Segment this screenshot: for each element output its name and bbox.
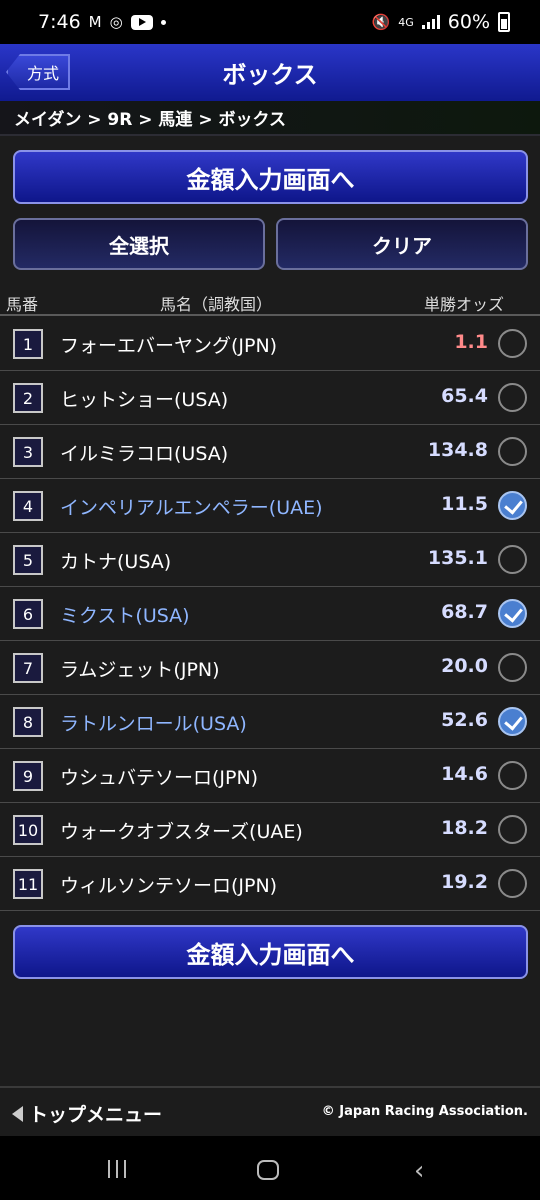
- horse-row[interactable]: 11 ウィルソンテソーロ(JPN) 19.2: [0, 857, 540, 911]
- horse-name: イルミラコロ(USA): [60, 443, 229, 465]
- horse-row[interactable]: 10 ウォークオブスターズ(UAE) 18.2: [0, 803, 540, 857]
- signal-icon: [421, 15, 440, 29]
- footer: トップメニュー © Japan Racing Association.: [0, 1086, 540, 1136]
- to-amount-label: 金額入力画面へ: [186, 940, 355, 969]
- top-menu-link[interactable]: トップメニュー: [12, 1100, 162, 1127]
- mute-icon: 🔇: [371, 13, 391, 31]
- battery-icon: [498, 12, 510, 32]
- clear-label: クリア: [372, 233, 432, 258]
- horse-number: 7: [13, 653, 43, 683]
- win-odds: 1.1: [454, 331, 488, 353]
- horse-name: カトナ(USA): [60, 551, 172, 573]
- recent-apps-icon[interactable]: [108, 1160, 126, 1178]
- select-checkbox[interactable]: [498, 329, 527, 358]
- horse-number: 2: [13, 383, 43, 413]
- horse-number: 3: [13, 437, 43, 467]
- horse-name: ラムジェット(JPN): [60, 659, 220, 681]
- horse-name: ウシュバテソーロ(JPN): [60, 767, 259, 789]
- select-checkbox[interactable]: [498, 545, 527, 574]
- to-amount-label: 金額入力画面へ: [186, 165, 355, 194]
- to-amount-input-button-bottom[interactable]: 金額入力画面へ: [13, 925, 528, 979]
- system-nav-bar: ‹: [0, 1136, 540, 1200]
- col-number: 馬番: [6, 295, 39, 314]
- col-name: 馬名（調教国）: [160, 295, 273, 314]
- horse-name: インペリアルエンペラー(UAE): [60, 497, 323, 519]
- select-checkbox-checked[interactable]: [498, 599, 527, 628]
- win-odds: 65.4: [441, 385, 488, 407]
- win-odds: 134.8: [427, 439, 488, 461]
- win-odds: 20.0: [441, 655, 488, 677]
- win-odds: 18.2: [441, 817, 488, 839]
- back-button[interactable]: 方式: [6, 54, 70, 90]
- horse-number: 8: [13, 707, 43, 737]
- select-checkbox[interactable]: [498, 761, 527, 790]
- column-header: 馬番 馬名（調教国） 単勝オッズ: [0, 286, 540, 316]
- more-notifications-icon: [160, 19, 166, 25]
- select-checkbox[interactable]: [498, 437, 527, 466]
- horse-row[interactable]: 6 ミクスト(USA) 68.7: [0, 587, 540, 641]
- select-all-button[interactable]: 全選択: [13, 218, 265, 270]
- horse-row[interactable]: 4 インペリアルエンペラー(UAE) 11.5: [0, 479, 540, 533]
- select-checkbox-checked[interactable]: [498, 707, 527, 736]
- home-icon[interactable]: [257, 1160, 279, 1180]
- back-chevron-icon[interactable]: ‹: [414, 1158, 424, 1184]
- horse-number: 9: [13, 761, 43, 791]
- horse-row[interactable]: 7 ラムジェット(JPN) 20.0: [0, 641, 540, 695]
- horse-number: 5: [13, 545, 43, 575]
- win-odds: 52.6: [441, 709, 488, 731]
- youtube-icon: [130, 14, 153, 30]
- horse-name: ウィルソンテソーロ(JPN): [60, 875, 278, 897]
- breadcrumb: メイダン > 9R > 馬連 > ボックス: [0, 101, 540, 136]
- horse-row[interactable]: 2 ヒットショー(USA) 65.4: [0, 371, 540, 425]
- to-amount-input-button-top[interactable]: 金額入力画面へ: [13, 150, 528, 204]
- horse-number: 10: [13, 815, 43, 845]
- page-title: ボックス: [222, 61, 318, 89]
- select-checkbox[interactable]: [498, 383, 527, 412]
- top-menu-label: トップメニュー: [29, 1104, 163, 1126]
- select-checkbox[interactable]: [498, 653, 527, 682]
- horse-list: 1 フォーエバーヤング(JPN) 1.1 2 ヒットショー(USA) 65.4 …: [0, 317, 540, 911]
- horse-number: 11: [13, 869, 43, 899]
- horse-row[interactable]: 3 イルミラコロ(USA) 134.8: [0, 425, 540, 479]
- win-odds: 14.6: [441, 763, 488, 785]
- horse-number: 1: [13, 329, 43, 359]
- battery-percent: 60%: [447, 11, 490, 33]
- horse-number: 6: [13, 599, 43, 629]
- win-odds: 68.7: [441, 601, 488, 623]
- win-odds: 135.1: [427, 547, 488, 569]
- select-checkbox[interactable]: [498, 869, 527, 898]
- clock: 7:46: [38, 11, 81, 33]
- main-content: 金額入力画面へ 全選択 クリア 馬番 馬名（調教国） 単勝オッズ 1 フォーエバ…: [0, 136, 540, 1086]
- horse-row[interactable]: 8 ラトルンロール(USA) 52.6: [0, 695, 540, 749]
- col-odds: 単勝オッズ: [423, 295, 504, 314]
- win-odds: 19.2: [441, 871, 488, 893]
- clear-button[interactable]: クリア: [276, 218, 528, 270]
- horse-name: ヒットショー(USA): [60, 389, 229, 411]
- horse-row[interactable]: 5 カトナ(USA) 135.1: [0, 533, 540, 587]
- select-checkbox[interactable]: [498, 815, 527, 844]
- horse-name: フォーエバーヤング(JPN): [60, 335, 278, 357]
- triangle-left-icon: [12, 1105, 23, 1122]
- gmail-icon: M: [88, 13, 102, 31]
- header-bar: 方式 ボックス: [0, 44, 540, 101]
- back-button-label: 方式: [26, 64, 59, 83]
- horse-name: ウォークオブスターズ(UAE): [60, 821, 303, 843]
- win-odds: 11.5: [441, 493, 488, 515]
- horse-row[interactable]: 9 ウシュバテソーロ(JPN) 14.6: [0, 749, 540, 803]
- horse-name: ラトルンロール(USA): [60, 713, 247, 735]
- select-checkbox-checked[interactable]: [498, 491, 527, 520]
- status-bar: 7:46 M ◎ 🔇 4G 60%: [0, 0, 540, 44]
- select-all-label: 全選択: [109, 233, 169, 258]
- horse-number: 4: [13, 491, 43, 521]
- horse-row[interactable]: 1 フォーエバーヤング(JPN) 1.1: [0, 317, 540, 371]
- notification-icon: ◎: [109, 13, 123, 31]
- copyright: © Japan Racing Association.: [321, 1104, 528, 1119]
- network-type: 4G: [398, 15, 414, 29]
- horse-name: ミクスト(USA): [60, 605, 190, 627]
